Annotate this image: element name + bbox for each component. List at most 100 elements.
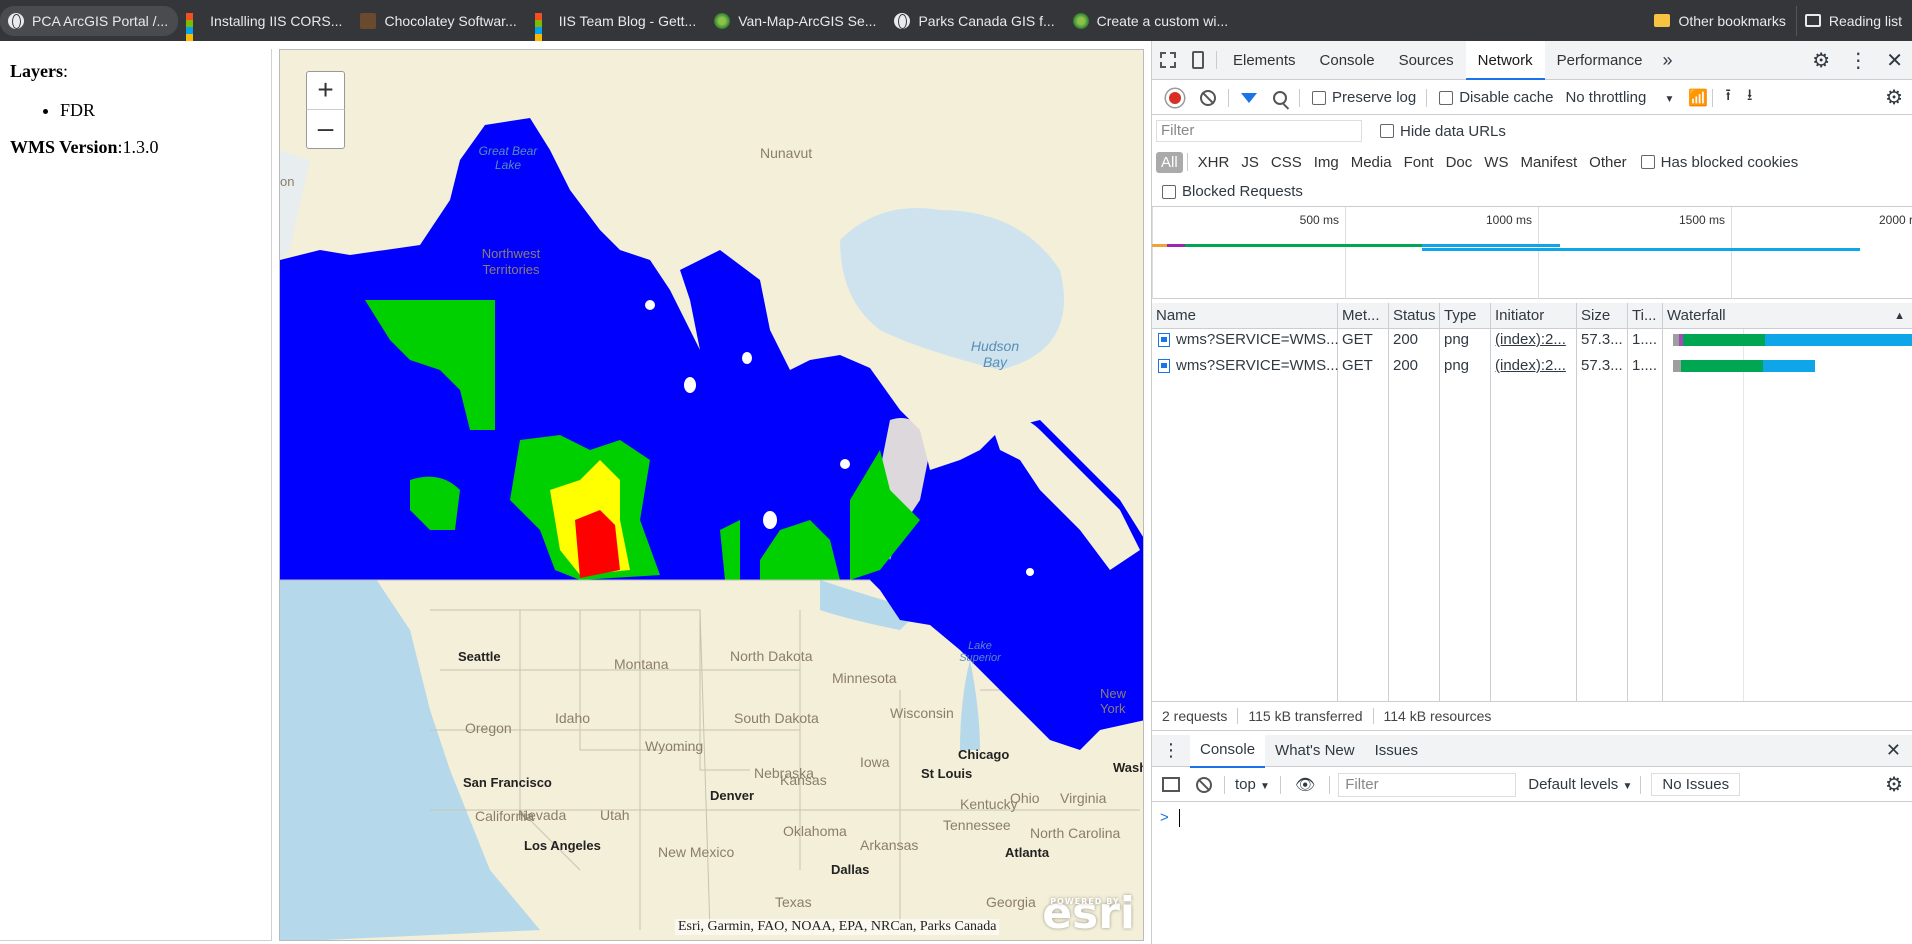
column-header-status[interactable]: Status — [1389, 303, 1440, 328]
overview-bar-waiting — [1185, 244, 1455, 247]
tab-network[interactable]: Network — [1465, 40, 1545, 80]
has-blocked-cookies-label: Has blocked cookies — [1660, 153, 1799, 171]
bookmark-van-map[interactable]: Van-Map-ArcGIS Se... — [706, 6, 886, 36]
bookmark-iis-cors[interactable]: Installing IIS CORS... — [178, 6, 352, 41]
wms-version-value: 1.3.0 — [122, 137, 159, 157]
bookmark-pca-arcgis[interactable]: PCA ArcGIS Portal /... — [0, 5, 179, 36]
close-drawer-icon[interactable]: ✕ — [1886, 740, 1912, 761]
request-initiator-link[interactable]: (index):2... — [1491, 355, 1577, 377]
device-toolbar-icon[interactable] — [1192, 51, 1204, 69]
type-filter-ws[interactable]: WS — [1478, 154, 1514, 171]
console-settings-icon[interactable]: ⚙ — [1885, 772, 1912, 797]
type-filter-xhr[interactable]: XHR — [1192, 154, 1236, 171]
reading-list-label: Reading list — [1828, 12, 1902, 29]
clear-console-icon[interactable] — [1196, 776, 1212, 793]
network-conditions-icon[interactable]: 📶 — [1688, 88, 1708, 108]
column-header-method[interactable]: Met... — [1338, 303, 1389, 328]
overview-bar-download-2 — [1422, 248, 1860, 251]
throttling-value: No throttling — [1565, 89, 1647, 106]
download-har-icon[interactable]: ⭳ — [1747, 84, 1753, 111]
type-filter-js[interactable]: JS — [1235, 154, 1265, 171]
has-blocked-cookies-checkbox[interactable] — [1640, 155, 1655, 169]
reading-list[interactable]: Reading list — [1795, 5, 1912, 36]
settings-gear-icon[interactable]: ⚙ — [1802, 48, 1840, 73]
more-tabs-icon[interactable]: » — [1655, 50, 1681, 71]
record-icon[interactable] — [1166, 88, 1184, 107]
image-file-icon — [1158, 333, 1170, 347]
place-label: Hudson Bay — [970, 338, 1020, 370]
drawer-tab-issues[interactable]: Issues — [1365, 735, 1428, 767]
city-label: San Francisco — [463, 775, 552, 790]
preserve-log-checkbox[interactable] — [1312, 90, 1326, 105]
type-filter-img[interactable]: Img — [1308, 154, 1345, 171]
other-bookmarks[interactable]: Other bookmarks — [1646, 6, 1795, 36]
live-expression-eye-icon[interactable]: 👁 — [1295, 775, 1315, 795]
place-label: Oregon — [465, 720, 512, 736]
inspect-element-icon[interactable] — [1160, 52, 1176, 68]
type-filter-font[interactable]: Font — [1398, 154, 1440, 171]
request-initiator-link[interactable]: (index):2... — [1491, 329, 1577, 351]
request-size: 57.3... — [1581, 357, 1623, 374]
search-icon[interactable] — [1273, 90, 1287, 105]
console-sidebar-icon[interactable] — [1162, 777, 1180, 792]
bookmark-iis-blog[interactable]: IIS Team Blog - Gett... — [527, 6, 706, 41]
type-filter-media[interactable]: Media — [1345, 154, 1398, 171]
upload-har-icon[interactable]: ⭱ — [1725, 84, 1731, 111]
devtools-tabbar: Elements Console Sources Network Perform… — [1152, 40, 1912, 80]
clear-icon[interactable] — [1200, 89, 1216, 106]
city-label: Chicago — [958, 747, 1010, 762]
log-levels-select[interactable]: Default levels ▼ — [1528, 776, 1632, 793]
column-header-initiator[interactable]: Initiator — [1491, 303, 1577, 328]
table-row[interactable]: wms?SERVICE=WMS... GET 200 png (index):2… — [1152, 355, 1912, 377]
throttling-select[interactable]: No throttling ▼ — [1565, 89, 1674, 106]
request-time: 1.... — [1632, 357, 1658, 374]
close-devtools-icon[interactable]: ✕ — [1876, 48, 1912, 73]
tab-performance[interactable]: Performance — [1545, 41, 1655, 80]
bookmark-chocolatey[interactable]: Chocolatey Softwar... — [352, 6, 526, 36]
column-header-name[interactable]: Name — [1152, 303, 1338, 328]
separator — [1299, 88, 1300, 107]
drawer-tab-whats-new[interactable]: What's New — [1265, 735, 1365, 767]
disable-cache-checkbox[interactable] — [1439, 90, 1454, 105]
type-filter-doc[interactable]: Doc — [1440, 154, 1479, 171]
context-select[interactable]: top ▼ — [1235, 776, 1270, 793]
waterfall-cell — [1663, 355, 1912, 377]
hide-data-urls-checkbox[interactable] — [1380, 124, 1394, 138]
waterfall-header-label: Waterfall — [1667, 307, 1726, 324]
request-status: 200 — [1393, 357, 1419, 374]
network-filter-input[interactable]: Filter — [1156, 120, 1362, 142]
column-header-waterfall[interactable]: Waterfall ▲ — [1663, 303, 1912, 328]
place-label: Oklahoma — [783, 823, 847, 839]
issues-counter-button[interactable]: No Issues — [1651, 773, 1741, 796]
place-label: on — [280, 174, 295, 189]
type-filter-manifest[interactable]: Manifest — [1514, 154, 1583, 171]
arcgis-icon — [1072, 12, 1089, 29]
zoom-in-button[interactable]: + — [306, 71, 345, 110]
city-label: Dallas — [831, 862, 870, 877]
tab-elements[interactable]: Elements — [1221, 41, 1308, 80]
tab-console[interactable]: Console — [1308, 41, 1387, 80]
tab-sources[interactable]: Sources — [1387, 41, 1466, 80]
type-filter-all[interactable]: All — [1156, 151, 1183, 173]
column-header-time[interactable]: Ti... — [1628, 303, 1663, 328]
zoom-out-button[interactable]: – — [306, 110, 345, 149]
column-header-size[interactable]: Size — [1577, 303, 1628, 328]
filter-icon[interactable] — [1241, 92, 1257, 103]
drawer-tab-console[interactable]: Console — [1190, 733, 1266, 768]
console-input[interactable] — [1179, 809, 1180, 827]
layer-info-panel: Layers: FDR WMS Version:1.3.0 — [0, 49, 272, 941]
type-filter-other[interactable]: Other — [1583, 154, 1633, 171]
map-view[interactable]: Nunavut Great Bear Lake Northwest Territ… — [279, 49, 1144, 941]
console-filter-input[interactable]: Filter — [1338, 772, 1517, 797]
bookmark-parks-canada[interactable]: Parks Canada GIS f... — [886, 6, 1064, 36]
network-overview-timeline[interactable]: 500 ms 1000 ms 1500 ms 2000 r — [1152, 207, 1912, 299]
blocked-requests-checkbox[interactable] — [1162, 184, 1176, 199]
table-row[interactable]: wms?SERVICE=WMS... GET 200 png (index):2… — [1152, 329, 1912, 351]
bookmark-create-custom[interactable]: Create a custom wi... — [1065, 6, 1239, 36]
column-header-type[interactable]: Type — [1440, 303, 1491, 328]
type-filter-css[interactable]: CSS — [1265, 154, 1308, 171]
network-settings-icon[interactable]: ⚙ — [1885, 85, 1912, 110]
log-levels-value: Default levels — [1528, 776, 1619, 793]
more-options-icon[interactable]: ⋮ — [1840, 48, 1876, 73]
drawer-menu-icon[interactable]: ⋮ — [1152, 740, 1190, 761]
